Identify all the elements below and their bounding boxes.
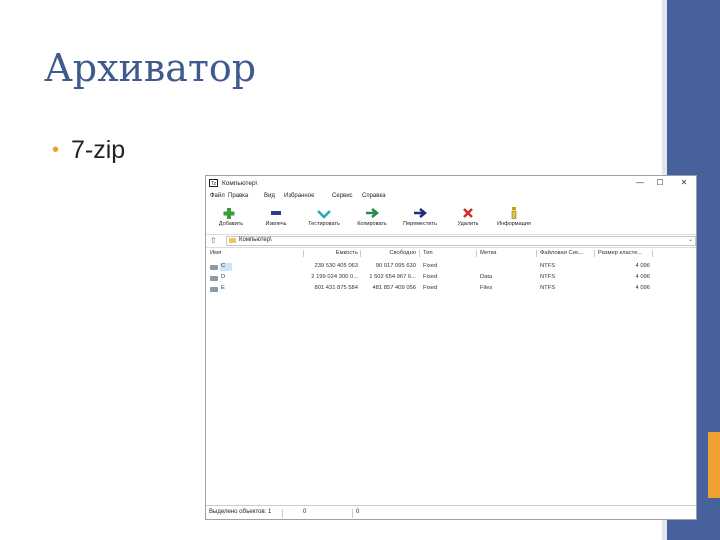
- status-size: 0: [303, 509, 307, 515]
- column-divider[interactable]: [652, 250, 653, 257]
- bullet-item: • 7-zip: [52, 136, 125, 165]
- menu-bar: Файл Правка Вид Избранное Сервис Справка: [206, 193, 696, 202]
- column-divider[interactable]: [360, 250, 361, 257]
- toolbar-add-label: Добавить: [218, 221, 244, 227]
- window-title: Компьютер\: [222, 180, 258, 187]
- drive-type: Fixed: [423, 263, 438, 269]
- column-header-name[interactable]: Имя: [210, 250, 221, 256]
- status-packed-size: 0: [356, 509, 360, 515]
- toolbar: Добавить Извлечь Тестировать Копировать …: [206, 205, 696, 232]
- drive-type: Fixed: [423, 285, 438, 291]
- up-folder-icon[interactable]: ⇧: [210, 236, 219, 245]
- minimize-button[interactable]: —: [632, 177, 648, 189]
- chevron-down-icon[interactable]: ⌄: [688, 236, 693, 243]
- column-header-cluster-size[interactable]: Размер класте...: [598, 250, 642, 256]
- column-header-filesystem[interactable]: Файловая Сис...: [540, 250, 584, 256]
- drive-free: 481 857 409 056: [372, 285, 416, 291]
- address-input[interactable]: Компьютер\ ⌄: [226, 236, 696, 246]
- drive-list: Имя Емкость Свободно Тип Метка Файловая …: [206, 248, 696, 503]
- bullet-dot-icon: •: [52, 139, 60, 161]
- column-divider[interactable]: [303, 250, 304, 257]
- toolbar-extract-label: Извлечь: [265, 221, 287, 227]
- toolbar-test-label: Тестировать: [308, 221, 340, 227]
- drive-cluster-size: 4 096: [635, 285, 650, 291]
- drive-filesystem: NTFS: [540, 274, 556, 280]
- toolbar-delete-button[interactable]: Удалить: [446, 206, 490, 230]
- copy-arrow-icon: [366, 208, 380, 218]
- folder-icon: [229, 238, 236, 243]
- menu-help[interactable]: Справка: [362, 193, 386, 199]
- drive-cluster-size: 4 096: [635, 263, 650, 269]
- drive-cluster-size: 4 096: [635, 274, 650, 280]
- address-text: Компьютер\: [239, 237, 272, 243]
- status-divider: [282, 509, 283, 518]
- app-7zip-icon: 7z: [209, 179, 218, 187]
- extract-minus-icon: [271, 211, 281, 215]
- status-divider: [352, 509, 353, 518]
- drive-free: 1 502 654 967 6...: [369, 274, 416, 280]
- title-bar[interactable]: 7z Компьютер\ — ☐ ✕: [206, 176, 696, 191]
- drive-icon: [210, 276, 218, 281]
- drive-icon: [210, 265, 218, 270]
- bullet-text: 7-zip: [71, 136, 126, 164]
- drive-label: Files: [480, 285, 493, 291]
- column-divider[interactable]: [419, 250, 420, 257]
- add-plus-icon: [223, 208, 235, 219]
- status-bar: Выделено объектов: 1 0 0: [206, 505, 696, 519]
- drive-type: Fixed: [423, 274, 438, 280]
- drive-icon: [210, 287, 218, 292]
- info-icon: [511, 207, 517, 219]
- drive-name: D: [221, 274, 226, 280]
- column-divider[interactable]: [476, 250, 477, 257]
- drive-name: C: [221, 263, 226, 269]
- drive-filesystem: NTFS: [540, 263, 556, 269]
- toolbar-move-label: Переместить: [403, 221, 437, 227]
- toolbar-copy-label: Копировать: [357, 221, 387, 227]
- status-selected-count: Выделено объектов: 1: [209, 509, 272, 515]
- menu-file[interactable]: Файл: [210, 193, 225, 199]
- drive-name: E: [221, 285, 225, 291]
- toolbar-copy-button[interactable]: Копировать: [350, 206, 394, 230]
- drive-label: Data: [480, 274, 493, 280]
- toolbar-test-button[interactable]: Тестировать: [302, 206, 346, 230]
- drive-filesystem: NTFS: [540, 285, 556, 291]
- column-divider[interactable]: [536, 250, 537, 257]
- toolbar-info-label: Информация: [497, 221, 531, 227]
- toolbar-info-button[interactable]: Информация: [492, 206, 536, 230]
- toolbar-move-button[interactable]: Переместить: [398, 206, 442, 230]
- delete-x-icon: [463, 208, 473, 218]
- menu-edit[interactable]: Правка: [228, 193, 248, 199]
- close-button[interactable]: ✕: [676, 177, 692, 189]
- column-header-type[interactable]: Тип: [423, 250, 433, 256]
- toolbar-delete-label: Удалить: [457, 221, 479, 227]
- maximize-button[interactable]: ☐: [652, 177, 668, 189]
- test-check-icon: [317, 210, 331, 219]
- move-arrow-icon: [414, 208, 428, 218]
- address-bar: ⇧ Компьютер\ ⌄: [206, 234, 696, 248]
- slide-accent-strip: [708, 432, 720, 498]
- slide-title: Архиватор: [44, 46, 257, 90]
- drive-free: 90 017 095 630: [375, 263, 416, 269]
- archiver-window: 7z Компьютер\ — ☐ ✕ Файл Правка Вид Избр…: [205, 175, 697, 520]
- column-header-free[interactable]: Свободно: [376, 250, 416, 256]
- column-header-capacity[interactable]: Емкость: [318, 250, 358, 256]
- menu-view[interactable]: Вид: [264, 193, 275, 199]
- menu-favorites[interactable]: Избранное: [284, 193, 314, 199]
- toolbar-extract-button[interactable]: Извлечь: [254, 206, 298, 230]
- column-header-label[interactable]: Метка: [480, 250, 496, 256]
- column-divider[interactable]: [594, 250, 595, 257]
- menu-tools[interactable]: Сервис: [332, 193, 353, 199]
- toolbar-add-button[interactable]: Добавить: [209, 206, 253, 230]
